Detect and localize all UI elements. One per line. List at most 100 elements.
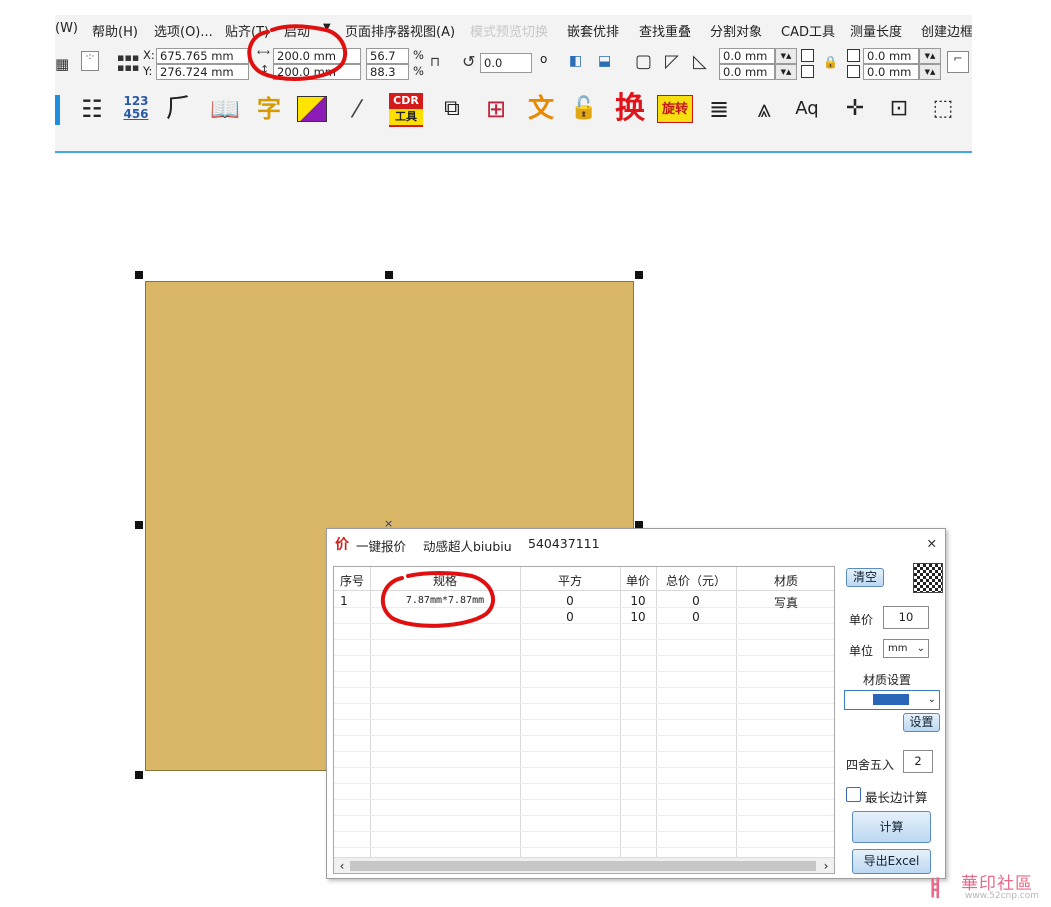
corner-spin-1[interactable]: ▼▲: [775, 48, 797, 64]
align-center-icon[interactable]: ⊡: [883, 91, 915, 127]
corner-lock-icon[interactable]: 🔒: [823, 55, 838, 69]
select-icon[interactable]: ⬚: [927, 91, 959, 127]
menu-preview-toggle[interactable]: 模式预览切换: [470, 21, 548, 40]
watermark: ㅒ 華印社區 www.52cnp.com: [925, 867, 1051, 907]
corner-spin-3[interactable]: ▼▲: [919, 48, 941, 64]
table-row-2-unit-price[interactable]: 10: [620, 610, 656, 624]
resize-handle-bottom-left[interactable]: [135, 771, 143, 779]
menu-options[interactable]: 选项(O)...: [154, 21, 213, 40]
corner-radius-field-1[interactable]: 0.0 mm: [719, 48, 775, 64]
round-corner-icon[interactable]: ▢: [635, 51, 652, 72]
menu-cad-tools[interactable]: CAD工具: [781, 21, 835, 40]
material-select[interactable]: ⌄: [844, 690, 940, 710]
corner-top-icon[interactable]: [801, 49, 814, 62]
number-sequence-icon[interactable]: 123 456: [121, 95, 151, 131]
crosshair-icon[interactable]: ✛: [839, 91, 871, 127]
header-unit-price[interactable]: 单价: [620, 572, 656, 589]
menu-find-overlap[interactable]: 查找重叠: [639, 21, 691, 40]
mirror-vertical-icon[interactable]: ⬓: [598, 53, 611, 69]
corner-bottom-icon[interactable]: [801, 65, 814, 78]
unit-select[interactable]: mm ⌄: [883, 639, 929, 658]
corner-right-bottom-icon[interactable]: [847, 65, 860, 78]
menu-launch[interactable]: 启动: [284, 21, 310, 40]
measure-icon[interactable]: ⩓: [747, 91, 781, 127]
menu-launch-arrow-icon[interactable]: ▼: [323, 22, 331, 33]
resize-handle-top-left[interactable]: [135, 271, 143, 279]
scale-height-field[interactable]: 88.3: [366, 64, 409, 80]
curves-icon[interactable]: ⺁: [163, 91, 195, 127]
table-row-2-total[interactable]: 0: [656, 610, 736, 624]
mirror-horizontal-icon[interactable]: ◧: [569, 53, 582, 69]
table-row-1-index[interactable]: 1: [334, 594, 354, 608]
corner-radius-field-3[interactable]: 0.0 mm: [863, 48, 919, 64]
chamfer-corner-icon[interactable]: ◺: [693, 51, 707, 72]
header-area[interactable]: 平方: [520, 572, 620, 589]
list-icon[interactable]: ☷: [77, 91, 107, 127]
resize-handle-top[interactable]: [385, 271, 393, 279]
header-index[interactable]: 序号: [334, 572, 370, 589]
row-divider: [334, 831, 834, 832]
sequence-icon[interactable]: ⧉: [436, 91, 468, 127]
menu-help[interactable]: 帮助(H): [92, 21, 138, 40]
corner-spin-2[interactable]: ▼▲: [775, 64, 797, 80]
header-total[interactable]: 总价（元）: [656, 572, 736, 589]
origin-icon[interactable]: ·:·: [81, 51, 99, 71]
height-field[interactable]: 200.0 mm: [273, 64, 361, 80]
menu-nesting[interactable]: 嵌套优排: [567, 21, 619, 40]
grid-icon[interactable]: ▦: [55, 55, 69, 73]
menu-measure-length[interactable]: 测量长度: [850, 21, 902, 40]
scallop-corner-icon[interactable]: ◸: [665, 51, 679, 72]
x-position-field[interactable]: 675.765 mm: [156, 48, 249, 64]
lock-ratio-icon[interactable]: ⊓: [430, 55, 440, 70]
grid-number-icon[interactable]: ⊞: [481, 91, 511, 127]
menu-window[interactable]: (W): [55, 21, 78, 36]
scroll-right-icon[interactable]: ›: [818, 858, 834, 873]
width-field[interactable]: 200.0 mm: [273, 48, 361, 64]
corner-radius-field-4[interactable]: 0.0 mm: [863, 64, 919, 80]
table-row-1-area[interactable]: 0: [520, 594, 620, 608]
clear-button[interactable]: 清空: [846, 568, 884, 587]
scrollbar-thumb[interactable]: [350, 861, 816, 871]
table-row-1-spec[interactable]: 7.87mm*7.87mm: [370, 595, 520, 606]
character-icon[interactable]: 字: [253, 91, 285, 127]
corner-right-top-icon[interactable]: [847, 49, 860, 62]
export-excel-button[interactable]: 导出Excel: [852, 849, 931, 874]
menu-snap[interactable]: 贴齐(T): [225, 21, 269, 40]
unit-price-input[interactable]: 10: [883, 606, 929, 629]
text-style-icon[interactable]: ≣: [703, 91, 735, 127]
unlock-all-icon[interactable]: 🔓: [567, 91, 601, 127]
y-position-field[interactable]: 276.724 mm: [156, 64, 249, 80]
header-spec[interactable]: 规格: [370, 572, 520, 589]
color-icon[interactable]: [297, 96, 327, 122]
resize-handle-left[interactable]: [135, 521, 143, 529]
book-icon[interactable]: 📖: [207, 91, 243, 127]
rotation-field[interactable]: 0.0: [480, 53, 532, 73]
find-text-icon[interactable]: Aq: [791, 91, 823, 127]
table-row-2-area[interactable]: 0: [520, 610, 620, 624]
row-divider: [334, 735, 834, 736]
menu-create-border[interactable]: 创建边框: [921, 21, 972, 40]
settings-button[interactable]: 设置: [903, 713, 940, 732]
menu-split-object[interactable]: 分割对象: [710, 21, 762, 40]
header-material[interactable]: 材质: [736, 572, 834, 589]
resize-handle-top-right[interactable]: [635, 271, 643, 279]
corner-spin-4[interactable]: ▼▲: [919, 64, 941, 80]
scale-width-field[interactable]: 56.7: [366, 48, 409, 64]
menu-page-sorter[interactable]: 页面排序器视图(A): [345, 21, 455, 40]
eyedropper-icon[interactable]: ⁄: [342, 91, 372, 127]
table-row-1-material[interactable]: 写真: [736, 594, 834, 611]
table-row-1-total[interactable]: 0: [656, 594, 736, 608]
rounding-input[interactable]: 2: [903, 750, 933, 773]
close-icon[interactable]: ✕: [927, 536, 937, 551]
horizontal-scrollbar[interactable]: ‹ ›: [334, 857, 834, 873]
calculate-button[interactable]: 计算: [852, 811, 931, 843]
scroll-left-icon[interactable]: ‹: [334, 858, 350, 873]
corner-scale-icon[interactable]: ⌐: [947, 51, 969, 73]
table-row-1-unit-price[interactable]: 10: [620, 594, 656, 608]
rotate-text-icon[interactable]: 旋转: [657, 95, 693, 123]
text-icon[interactable]: 文: [525, 91, 557, 127]
cdr-tools-icon[interactable]: CDR 工具: [389, 93, 423, 127]
longest-side-checkbox[interactable]: [846, 787, 861, 802]
replace-icon[interactable]: 换: [611, 91, 649, 127]
corner-radius-field-2[interactable]: 0.0 mm: [719, 64, 775, 80]
